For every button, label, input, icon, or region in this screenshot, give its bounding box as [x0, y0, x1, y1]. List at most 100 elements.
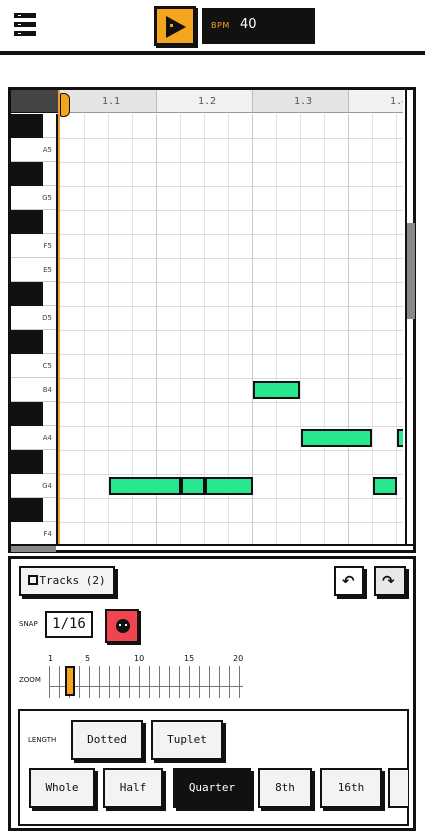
external-link-icon: [28, 575, 39, 585]
bpm-label: BPM: [211, 21, 230, 30]
undo-icon: ↶: [342, 572, 355, 590]
zoom-tick: [199, 666, 200, 698]
length-half-button[interactable]: Half: [103, 768, 163, 808]
piano-key-black[interactable]: [11, 282, 43, 306]
zoom-slider-thumb[interactable]: [65, 666, 75, 696]
horizontal-scrollbar[interactable]: [11, 544, 413, 552]
snap-face-icon: [116, 619, 130, 633]
control-panel: Tracks (2) ↶ ↷ SNAP 1/16 ZOOM 1 5 10 15 …: [8, 556, 416, 831]
ruler-label: 1.4: [390, 96, 403, 107]
zoom-number: 1: [48, 654, 54, 663]
key-label: B4: [42, 386, 52, 394]
ruler-corner: [11, 90, 60, 113]
play-icon: [166, 16, 186, 38]
note-block[interactable]: [397, 429, 403, 447]
zoom-tick: [219, 666, 220, 698]
zoom-slider-track[interactable]: [49, 666, 243, 698]
zoom-tick: [169, 666, 170, 698]
piano-key-black[interactable]: [11, 210, 43, 234]
ruler-label: 1.2: [198, 96, 217, 107]
grid-row-line: [60, 450, 403, 451]
vertical-scrollbar[interactable]: [405, 90, 415, 544]
piano-key-black[interactable]: [11, 498, 43, 522]
note-length-group: LENGTH Dotted Tuplet Whole Half Quarter …: [18, 709, 409, 826]
note-grid[interactable]: [60, 114, 403, 544]
timeline-ruler[interactable]: 1.1 1.2 1.3 1.4: [60, 90, 403, 113]
grid-row-line: [60, 474, 403, 475]
piano-key-black[interactable]: [11, 114, 43, 138]
tuplet-button[interactable]: Tuplet: [151, 720, 223, 760]
grid-row-line: [60, 210, 403, 211]
length-whole-button[interactable]: Whole: [29, 768, 95, 808]
zoom-tick: [239, 666, 240, 698]
snap-label: SNAP: [19, 620, 38, 628]
zoom-tick: [129, 666, 130, 698]
piano-roll[interactable]: 1.1 1.2 1.3 1.4 A5 G5 F5 E5 D5 C5 B4 A4 G4 F4: [8, 87, 416, 553]
tracks-button-label: Tracks (2): [39, 574, 106, 587]
key-label: E5: [43, 266, 52, 274]
bpm-value[interactable]: 40: [240, 17, 257, 32]
piano-key-black[interactable]: [11, 162, 43, 186]
ruler-label: 1.1: [102, 96, 121, 107]
undo-button[interactable]: ↶: [334, 566, 364, 596]
dotted-button[interactable]: Dotted: [71, 720, 143, 760]
piano-key-black[interactable]: [11, 330, 43, 354]
piano-keyboard[interactable]: A5 G5 F5 E5 D5 C5 B4 A4 G4 F4: [11, 114, 58, 544]
length-eighth-button[interactable]: 8th: [258, 768, 312, 808]
grid-row-line: [60, 378, 403, 379]
zoom-tick: [189, 666, 190, 698]
grid-row-line: [60, 522, 403, 523]
bpm-display[interactable]: BPM 40: [202, 8, 315, 44]
length-more-button[interactable]: [388, 768, 408, 808]
topbar-divider: [0, 51, 425, 55]
key-label: C5: [42, 362, 52, 370]
length-label: LENGTH: [28, 736, 57, 744]
zoom-label: ZOOM: [19, 676, 41, 684]
zoom-tick: [79, 666, 80, 698]
grid-row-line: [60, 330, 403, 331]
zoom-number: 20: [233, 654, 244, 663]
playhead-handle[interactable]: [60, 93, 70, 117]
grid-row-line: [60, 258, 403, 259]
horizontal-scroll-thumb[interactable]: [11, 546, 56, 552]
grid-col-line: [84, 114, 85, 544]
zoom-tick: [149, 666, 150, 698]
key-label: A4: [42, 434, 52, 442]
zoom-tick: [159, 666, 160, 698]
snap-toggle-button[interactable]: [105, 609, 139, 643]
note-block[interactable]: [205, 477, 253, 495]
zoom-tick: [49, 666, 50, 698]
note-block[interactable]: [109, 477, 181, 495]
note-block[interactable]: [373, 477, 397, 495]
grid-row-line: [60, 186, 403, 187]
grid-row-line: [60, 498, 403, 499]
zoom-tick: [209, 666, 210, 698]
zoom-tick: [99, 666, 100, 698]
vertical-scroll-thumb[interactable]: [407, 223, 415, 319]
piano-key-black[interactable]: [11, 450, 43, 474]
zoom-tick: [179, 666, 180, 698]
note-block[interactable]: [253, 381, 300, 399]
zoom-tick: [109, 666, 110, 698]
play-button[interactable]: [154, 6, 196, 46]
grid-row-line: [60, 162, 403, 163]
tracks-button[interactable]: Tracks (2): [19, 566, 115, 596]
zoom-number: 5: [85, 654, 91, 663]
snap-value-select[interactable]: 1/16: [45, 611, 93, 638]
key-label: F4: [43, 530, 52, 538]
grid-col-line: [348, 114, 349, 544]
redo-button[interactable]: ↷: [374, 566, 406, 596]
grid-row-line: [60, 426, 403, 427]
menu-icon[interactable]: [14, 13, 36, 37]
grid-col-line: [300, 114, 301, 544]
zoom-tick: [229, 666, 230, 698]
zoom-tick: [89, 666, 90, 698]
piano-key-black[interactable]: [11, 402, 43, 426]
note-block[interactable]: [301, 429, 372, 447]
length-sixteenth-button[interactable]: 16th: [320, 768, 382, 808]
key-label: G4: [42, 482, 52, 490]
note-block[interactable]: [181, 477, 205, 495]
zoom-tick: [139, 666, 140, 698]
length-quarter-button[interactable]: Quarter: [173, 768, 251, 808]
key-label: D5: [42, 314, 52, 322]
